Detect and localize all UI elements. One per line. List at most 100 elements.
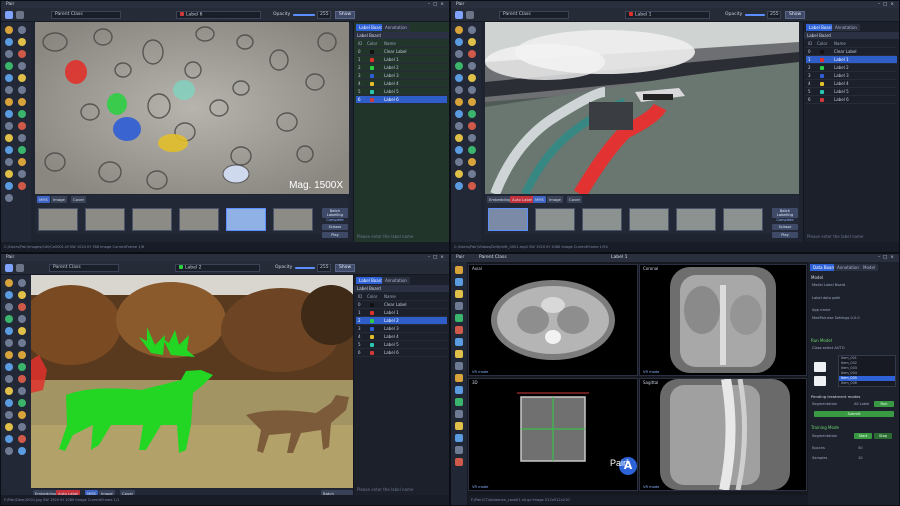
redo-icon[interactable] [468, 98, 476, 106]
cell-image[interactable] [35, 22, 349, 194]
zoom-in-icon[interactable] [5, 339, 13, 347]
brush-icon[interactable] [5, 38, 13, 46]
label-name-hint[interactable]: Please enter the label name [807, 234, 863, 239]
light-icon[interactable] [455, 134, 463, 142]
home-icon[interactable] [5, 11, 13, 19]
preview-box[interactable] [814, 376, 826, 386]
window-controls[interactable]: –□× [428, 254, 447, 261]
settings-icon[interactable] [468, 134, 476, 142]
opacity-slider[interactable] [745, 14, 765, 16]
home-icon[interactable] [5, 264, 13, 272]
lasso-icon[interactable] [455, 350, 463, 358]
canvas-viewport[interactable] [31, 275, 353, 488]
hand-icon[interactable] [18, 411, 26, 419]
label-row-selected[interactable]: 6 Label 6 [356, 96, 447, 104]
label-dropdown[interactable]: Label 1 [625, 11, 710, 19]
pencil-icon[interactable] [18, 291, 26, 299]
rectangle-icon[interactable] [455, 74, 463, 82]
label-dropdown[interactable]: Label 6 [176, 11, 261, 19]
drift-frame[interactable] [485, 22, 799, 194]
zoom-in-icon[interactable] [455, 86, 463, 94]
polygon-icon[interactable] [468, 50, 476, 58]
layers-icon[interactable] [5, 158, 13, 166]
zoom-icon[interactable] [455, 362, 463, 370]
tab-model[interactable]: Model [860, 264, 879, 271]
light-icon[interactable] [5, 387, 13, 395]
grid-icon[interactable] [455, 410, 463, 418]
window-controls[interactable]: –□× [428, 1, 447, 8]
star-icon[interactable] [5, 423, 13, 431]
label-row[interactable]: 0 Clear Label [356, 301, 447, 309]
mask-label-5[interactable] [173, 80, 195, 100]
delete-icon[interactable] [455, 458, 463, 466]
thumbnail[interactable] [85, 208, 125, 231]
play-button[interactable]: Play [772, 232, 798, 238]
rectangle-icon[interactable] [455, 338, 463, 346]
axial-ct-slice[interactable] [469, 265, 637, 375]
opacity-value[interactable]: 255 [317, 264, 331, 272]
batch-labelling-button[interactable]: Batch Labelling [772, 208, 798, 218]
export-icon[interactable] [5, 399, 13, 407]
parent-class-text[interactable]: Parent Class [479, 254, 507, 261]
axial-viewport[interactable]: Axial VR mode [468, 264, 638, 376]
settings-icon[interactable] [455, 446, 463, 454]
opacity-slider[interactable] [295, 267, 315, 269]
opacity-value[interactable]: 255 [317, 11, 331, 19]
pencil-icon[interactable] [468, 38, 476, 46]
thumbnail[interactable] [723, 208, 763, 231]
lasso-icon[interactable] [18, 74, 26, 82]
canvas-viewport[interactable] [485, 22, 799, 194]
fill-icon[interactable] [18, 315, 26, 323]
mms-button[interactable]: MMS [37, 196, 50, 203]
undo-icon[interactable] [5, 98, 13, 106]
scissor-button[interactable]: Scissor [772, 224, 798, 230]
lasso-icon[interactable] [468, 74, 476, 82]
zoom-in-icon[interactable] [5, 86, 13, 94]
show-button[interactable]: Show [785, 11, 806, 19]
zoom-out-icon[interactable] [18, 339, 26, 347]
rectangle-icon[interactable] [5, 327, 13, 335]
opacity-value[interactable]: 255 [767, 11, 781, 19]
label-row-selected[interactable]: 1 Label 1 [806, 56, 897, 64]
epochs-value[interactable]: 50 [858, 446, 863, 450]
brush-icon[interactable] [5, 291, 13, 299]
label-row[interactable]: 1 Label 1 [356, 56, 447, 64]
tab-annotation[interactable]: Annotation [834, 264, 862, 271]
label-row[interactable]: 2 Label 2 [356, 64, 447, 72]
grid-icon[interactable] [455, 122, 463, 130]
coronal-ct-slice[interactable] [640, 265, 806, 375]
sagittal-ct-slice[interactable] [640, 378, 806, 492]
label-row[interactable]: 3 Label 3 [356, 72, 447, 80]
contour-icon[interactable] [455, 398, 463, 406]
label-row[interactable]: 5 Label 5 [806, 88, 897, 96]
mask-label-2[interactable] [107, 93, 127, 115]
magic-wand-icon[interactable] [455, 62, 463, 70]
help-icon[interactable] [5, 194, 13, 202]
thumbnail[interactable] [38, 208, 78, 231]
polygon-icon[interactable] [455, 326, 463, 334]
play-button[interactable]: Play [322, 232, 348, 238]
pencil-icon[interactable] [455, 290, 463, 298]
eye-icon[interactable] [16, 264, 24, 272]
scissor-button[interactable]: Scissor [322, 224, 348, 230]
contour-icon[interactable] [18, 110, 26, 118]
label-row[interactable]: 0 Clear Label [356, 48, 447, 56]
label-row[interactable]: 2 Label 2 [806, 64, 897, 72]
polygon-icon[interactable] [18, 303, 26, 311]
import-icon[interactable] [18, 399, 26, 407]
polygon-icon[interactable] [18, 50, 26, 58]
contour-icon[interactable] [468, 110, 476, 118]
preview-box[interactable] [814, 362, 826, 372]
brush-icon[interactable] [455, 278, 463, 286]
crop-icon[interactable] [18, 170, 26, 178]
start-training-button[interactable]: Start [854, 433, 872, 439]
crop-icon[interactable] [468, 170, 476, 178]
window-controls[interactable]: –□× [878, 1, 897, 8]
image-button[interactable]: Image [51, 196, 67, 203]
lasso-icon[interactable] [18, 327, 26, 335]
thumbnail[interactable] [629, 208, 669, 231]
save-icon[interactable] [18, 279, 26, 287]
samples-value[interactable]: 10 [858, 456, 863, 460]
auto-label-button[interactable]: Auto Label [510, 196, 535, 203]
hand-icon[interactable] [468, 158, 476, 166]
